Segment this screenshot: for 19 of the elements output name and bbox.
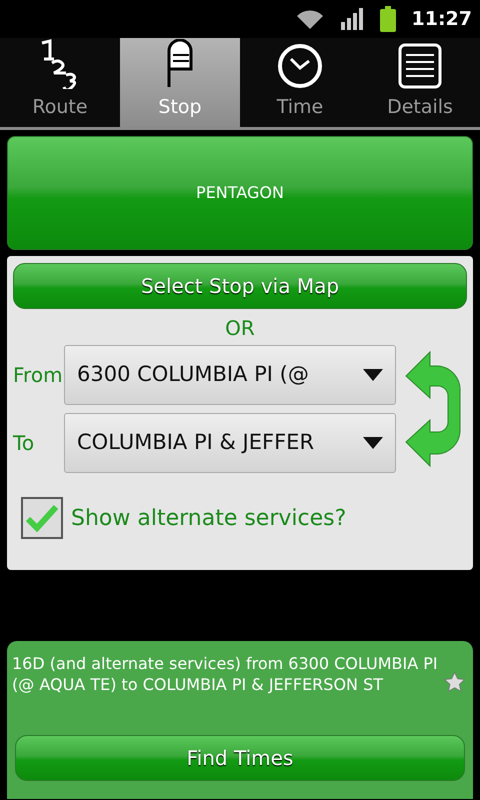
signal-icon bbox=[340, 8, 364, 30]
to-label: To bbox=[13, 430, 36, 457]
checkbox[interactable] bbox=[21, 497, 63, 539]
caret-icon bbox=[363, 369, 383, 381]
from-dropdown[interactable]: 6300 COLUMBIA PI (@ bbox=[64, 345, 396, 405]
checkmark-icon bbox=[26, 504, 58, 532]
wifi-icon bbox=[296, 8, 324, 30]
swap-arrows-icon[interactable] bbox=[404, 350, 462, 468]
caret-icon bbox=[363, 437, 383, 449]
select-stop-via-map-button[interactable]: Select Stop via Map bbox=[13, 263, 467, 309]
trip-summary: 16D (and alternate services) from 6300 COLUMBIA PI (@ AQUA TE) to COLUMBIA PI & JEFFERSON ST bbox=[11, 653, 439, 695]
document-lines-icon bbox=[398, 42, 442, 88]
checkbox-label: Show alternate services? bbox=[71, 504, 346, 532]
or-label: OR bbox=[224, 315, 256, 342]
battery-icon bbox=[380, 6, 396, 32]
clock-time: 11:27 bbox=[412, 6, 472, 32]
to-dropdown[interactable]: COLUMBIA PI & JEFFER bbox=[64, 413, 396, 473]
from-label: From bbox=[13, 362, 64, 389]
clock-icon bbox=[277, 42, 323, 88]
